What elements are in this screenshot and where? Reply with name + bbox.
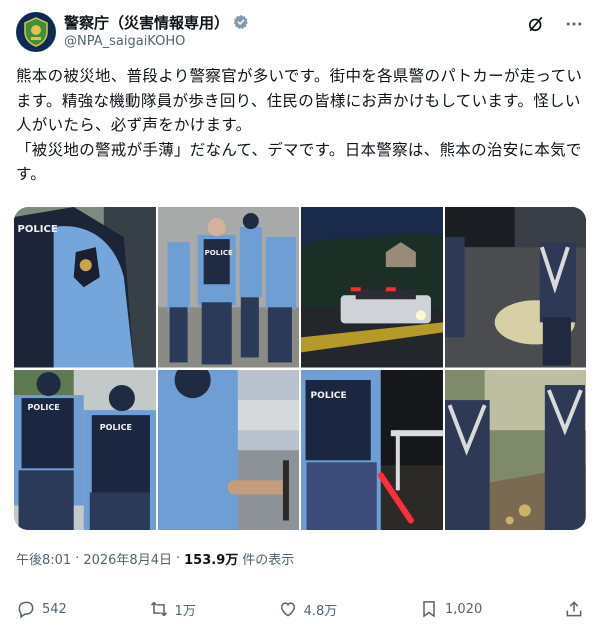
photo-2[interactable]: POLICE [157, 207, 299, 368]
photo-1[interactable]: POLICE [14, 207, 156, 368]
tweet-meta: 午後8:01 · 2026年8月4日 · 153.9万 件の表示 [16, 549, 294, 568]
like-button[interactable]: 4.8万 [278, 599, 338, 619]
share-button[interactable] [564, 599, 584, 619]
photo-5[interactable]: POLICE POLICE [14, 369, 156, 530]
handle[interactable]: @NPA_saigaiKOHO [64, 34, 249, 49]
post-date[interactable]: 2026年8月4日 [83, 549, 172, 568]
photo-3[interactable] [301, 207, 443, 368]
photo-6[interactable] [157, 369, 299, 530]
like-count: 4.8万 [303, 603, 338, 619]
repost-button[interactable]: 1万 [149, 599, 196, 619]
display-name[interactable]: 警察庁（災害情報専用） [64, 12, 229, 33]
heart-icon [280, 602, 295, 617]
share-icon [566, 601, 582, 617]
repost-icon [150, 601, 167, 617]
view-count: 153.9万 [184, 553, 239, 568]
action-bar: 542 1万 4.8万 1,020 [16, 596, 584, 622]
reply-count: 542 [42, 601, 67, 617]
more-icon[interactable] [564, 14, 584, 34]
vest-text: POLICE [18, 224, 58, 235]
avatar[interactable] [16, 12, 56, 52]
photo-8[interactable] [444, 369, 586, 530]
verified-badge-icon [233, 15, 248, 29]
tweet-text: 熊本の被災地、普段より警察官が多いです。街中を各県警のパトカーが走っています。精… [16, 67, 583, 183]
vest-text: POLICE [28, 403, 60, 412]
reply-icon [18, 601, 34, 619]
tweet-header: 警察庁（災害情報専用） @NPA_saigaiKOHO [16, 10, 584, 58]
bookmark-button[interactable]: 1,020 [419, 599, 482, 619]
photo-7[interactable]: POLICE [301, 369, 443, 530]
vest-text: POLICE [311, 391, 347, 401]
repost-count: 1万 [174, 603, 196, 619]
display-name-row[interactable]: 警察庁（災害情報専用） [64, 12, 249, 32]
photo-4[interactable] [444, 207, 586, 368]
reply-button[interactable]: 542 [16, 599, 67, 619]
bookmark-icon [423, 601, 435, 618]
meta-separator: · [75, 551, 80, 566]
media-grid: POLICE POLICE POLICE POLICE POLICE [14, 207, 586, 530]
vest-text: POLICE [100, 423, 132, 432]
police-emblem-icon [24, 17, 48, 47]
grok-icon[interactable] [526, 14, 546, 34]
meta-separator: · [175, 551, 181, 566]
bookmark-count: 1,020 [445, 601, 483, 617]
views-suffix: 件の表示 [242, 553, 295, 568]
vest-text: POLICE [204, 248, 232, 257]
post-time[interactable]: 午後8:01 [16, 549, 71, 568]
